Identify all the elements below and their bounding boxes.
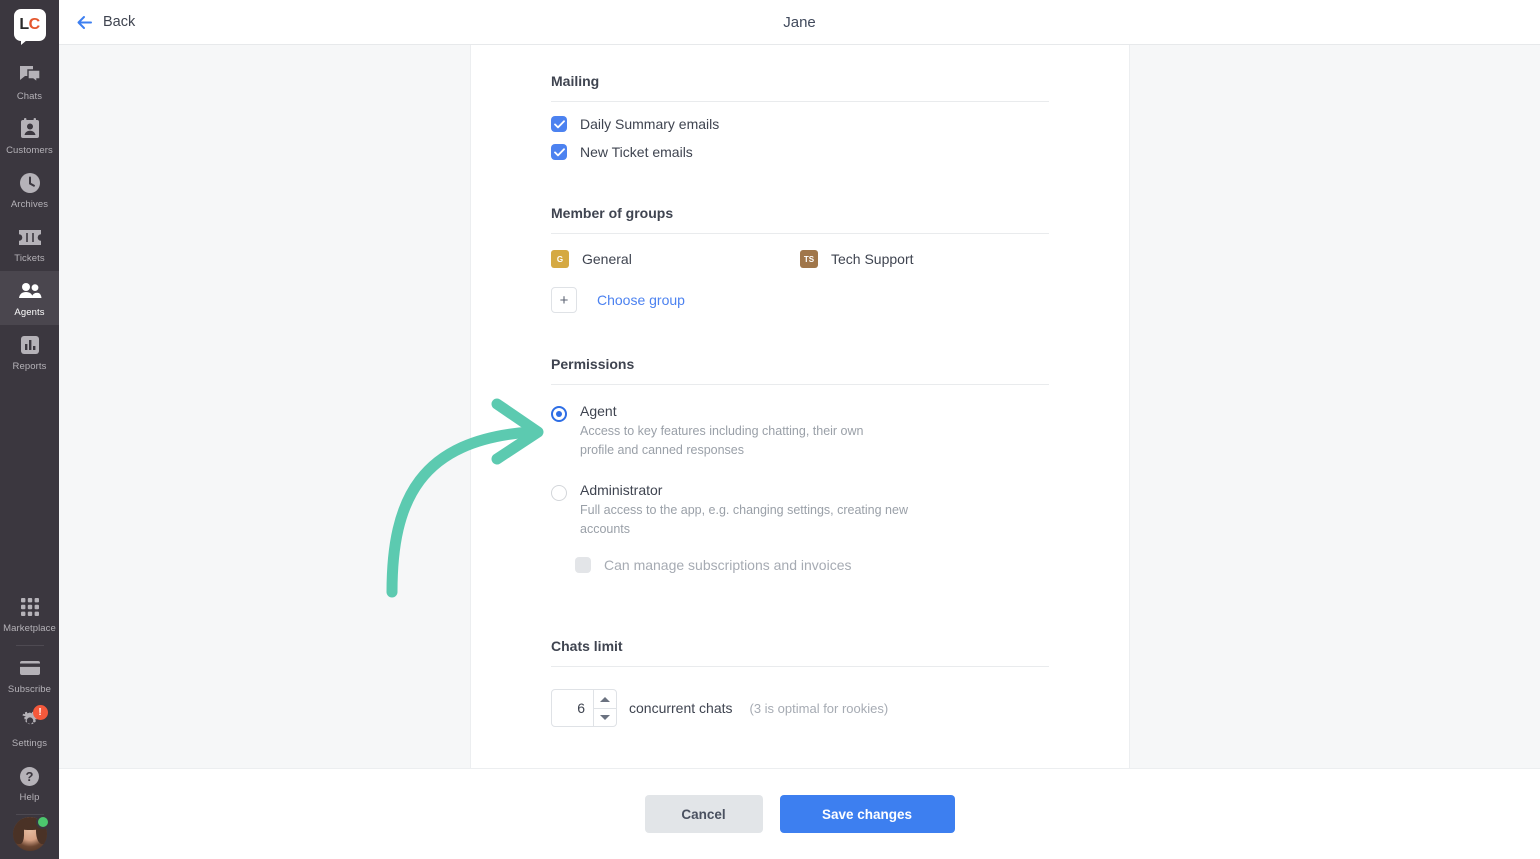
permission-description: Access to key features including chattin… [580, 424, 864, 457]
group-item[interactable]: G General [551, 250, 800, 268]
marketplace-icon [18, 595, 42, 619]
reports-icon [18, 333, 42, 357]
help-icon: ? [18, 764, 42, 788]
arrow-left-icon [74, 13, 93, 32]
permission-option-administrator[interactable]: Administrator Full access to the app, e.… [551, 482, 1049, 539]
sidebar-item-label: Settings [11, 738, 48, 749]
sidebar-item-tickets[interactable]: Tickets [0, 217, 59, 271]
settings-alert-badge: ! [32, 705, 48, 720]
chats-limit-hint: (3 is optimal for rookies) [749, 700, 889, 716]
checkbox-label: Can manage subscriptions and invoices [604, 557, 852, 573]
plus-icon: + [551, 287, 577, 313]
back-button[interactable]: Back [74, 13, 135, 32]
sidebar-item-archives[interactable]: Archives [0, 163, 59, 217]
sidebar-item-label: Marketplace [3, 623, 56, 634]
sidebar-item-label: Agents [14, 307, 45, 318]
choose-group-label: Choose group [597, 292, 685, 308]
chats-limit-unit-label: concurrent chats [629, 700, 733, 716]
group-item[interactable]: TS Tech Support [800, 250, 1049, 268]
permission-option-agent[interactable]: Agent Access to key features including c… [551, 403, 1049, 460]
tickets-icon [18, 225, 42, 249]
check-icon [575, 557, 591, 573]
chats-limit-stepper[interactable]: 6 [551, 689, 617, 727]
check-icon [551, 144, 567, 160]
avatar[interactable] [12, 815, 50, 851]
mailing-section-title: Mailing [551, 73, 1049, 102]
permission-description: Full access to the app, e.g. changing se… [580, 503, 908, 536]
groups-list: G General TS Tech Support [551, 250, 1049, 268]
permissions-section-title: Permissions [551, 356, 1049, 385]
online-status-indicator [35, 815, 50, 829]
page-title: Jane [783, 13, 816, 31]
sidebar-item-help[interactable]: ? Help [0, 756, 59, 810]
sidebar-item-agents[interactable]: Agents [0, 271, 59, 325]
sidebar-item-customers[interactable]: Customers [0, 109, 59, 163]
logo-letter-c: C [28, 16, 41, 33]
body-area: Mailing Daily Summary emails New Ticket … [59, 45, 1540, 768]
choose-group-button[interactable]: + Choose group [551, 287, 1049, 313]
permission-label: Agent [580, 403, 617, 419]
logo-letter-l: L [19, 16, 29, 33]
top-header: Back Jane [59, 0, 1540, 45]
permissions-section: Permissions Agent Access to key features… [551, 313, 1049, 573]
livechat-logo[interactable]: LC [13, 9, 46, 45]
stepper-increment-button[interactable] [594, 690, 616, 708]
sidebar-item-chats[interactable]: Chats [0, 55, 59, 109]
permission-label: Administrator [580, 482, 663, 498]
back-button-label: Back [103, 14, 136, 30]
subscribe-icon [18, 656, 42, 680]
group-name: General [582, 251, 632, 267]
sidebar-item-label: Tickets [14, 253, 45, 264]
sidebar-item-label: Chats [16, 91, 43, 102]
sidebar-item-subscribe[interactable]: Subscribe [0, 648, 59, 702]
sidebar-item-label: Reports [12, 361, 47, 372]
administrator-radio[interactable] [551, 485, 567, 501]
checkbox-new-ticket-emails[interactable]: New Ticket emails [551, 144, 1049, 160]
stepper-decrement-button[interactable] [594, 708, 616, 726]
agents-icon [18, 279, 42, 303]
checkbox-label: Daily Summary emails [580, 116, 720, 132]
sidebar-item-label: Help [19, 792, 40, 803]
app-root: LC Chats Customers Archives Tickets Agen… [0, 0, 1540, 859]
gear-icon: ! [18, 705, 48, 734]
groups-section-title: Member of groups [551, 205, 1049, 234]
sidebar-item-label: Customers [6, 145, 53, 156]
sidebar-item-label: Archives [10, 199, 49, 210]
chats-icon [18, 63, 42, 87]
svg-text:?: ? [26, 769, 34, 784]
action-footer: Cancel Save changes [59, 768, 1540, 859]
group-avatar-badge: G [551, 250, 569, 268]
chats-limit-value[interactable]: 6 [552, 690, 593, 726]
sidebar-divider [15, 645, 44, 646]
chats-limit-section: Chats limit 6 concurrent chats (3 is opt… [551, 585, 1049, 727]
chevron-up-icon [600, 696, 610, 702]
cancel-button[interactable]: Cancel [644, 795, 763, 833]
chats-limit-section-title: Chats limit [551, 638, 1049, 667]
sidebar-item-label: Subscribe [7, 684, 52, 695]
agent-settings-panel: Mailing Daily Summary emails New Ticket … [470, 45, 1130, 768]
checkbox-manage-subscriptions[interactable]: Can manage subscriptions and invoices [575, 557, 1049, 573]
sidebar-item-marketplace[interactable]: Marketplace [0, 587, 59, 641]
groups-section: Member of groups G General TS Tech Suppo… [551, 172, 1049, 313]
mailing-section: Mailing Daily Summary emails New Ticket … [551, 45, 1049, 160]
sidebar-item-reports[interactable]: Reports [0, 325, 59, 379]
checkbox-daily-summary-emails[interactable]: Daily Summary emails [551, 116, 1049, 132]
group-avatar-badge: TS [800, 250, 818, 268]
main-sidebar: LC Chats Customers Archives Tickets Agen… [0, 0, 59, 859]
agent-radio[interactable] [551, 406, 567, 422]
checkbox-label: New Ticket emails [580, 144, 693, 160]
chevron-down-icon [600, 715, 610, 720]
group-name: Tech Support [831, 251, 914, 267]
customers-icon [18, 117, 42, 141]
check-icon [551, 116, 567, 132]
sidebar-item-settings[interactable]: ! Settings [0, 702, 59, 756]
save-changes-button[interactable]: Save changes [779, 795, 955, 833]
archives-icon [18, 171, 42, 195]
